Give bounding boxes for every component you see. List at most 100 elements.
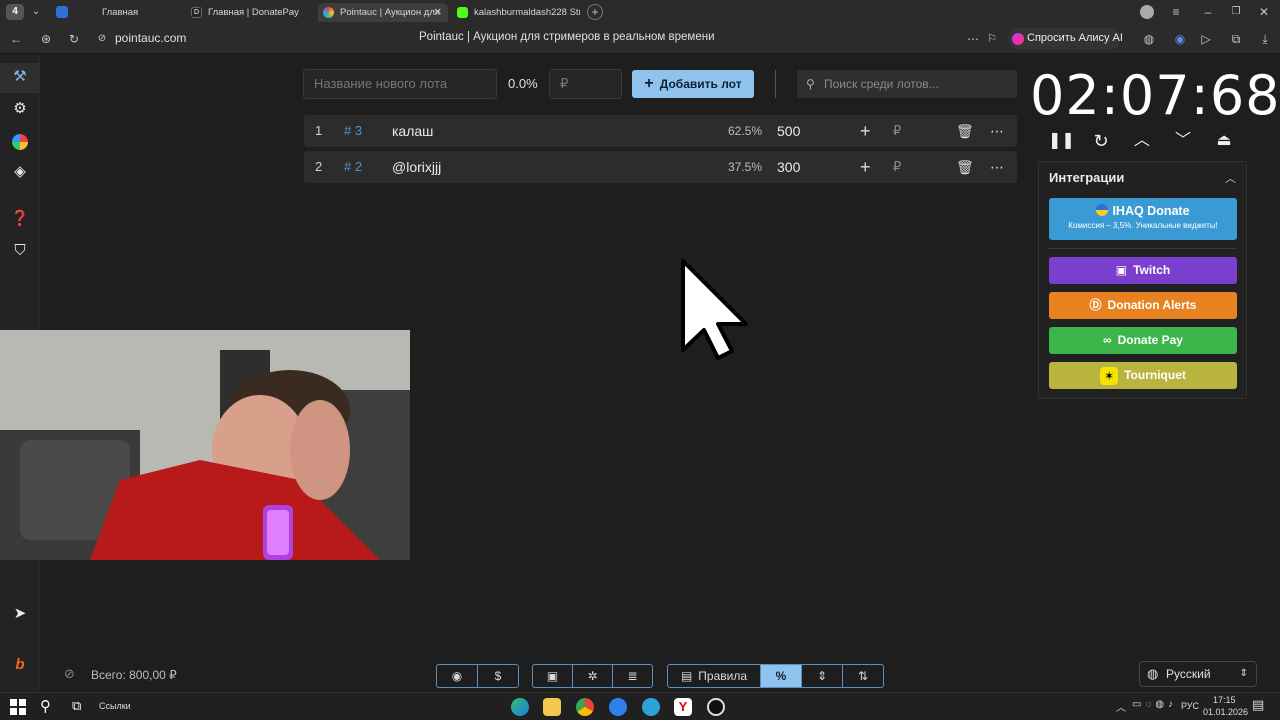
edge-icon[interactable] bbox=[511, 698, 529, 716]
clear-lots-button[interactable]: ≣ bbox=[612, 664, 653, 688]
lot-amount[interactable]: 300 bbox=[777, 151, 800, 183]
tab-counter[interactable]: 4 bbox=[6, 4, 24, 20]
sort-button[interactable]: ⇅ bbox=[842, 664, 884, 688]
lot-name[interactable]: калаш bbox=[392, 115, 433, 147]
more-icon[interactable]: ⋯ bbox=[990, 115, 1004, 147]
new-lot-name-input[interactable]: Название нового лота bbox=[303, 69, 497, 99]
ihaq-label: IHAQ Donate bbox=[1049, 204, 1237, 218]
tab-donatepay[interactable]: D Главная | DonatePay bbox=[186, 3, 314, 22]
bug-report-button[interactable]: ✲ bbox=[572, 664, 613, 688]
donation-alerts-button[interactable]: Ⓓ Donation Alerts bbox=[1049, 292, 1237, 319]
add-lot-button[interactable]: + Добавить лот bbox=[632, 70, 754, 98]
pinned-tab-icon[interactable] bbox=[56, 6, 68, 18]
download-icon[interactable]: ⤓ bbox=[1257, 31, 1273, 47]
telegram-taskbar-icon[interactable] bbox=[642, 698, 660, 716]
donate-button[interactable]: $ bbox=[477, 664, 519, 688]
more-icon[interactable]: ⋯ bbox=[990, 151, 1004, 183]
tray-chevron-icon[interactable]: ︿ bbox=[1116, 699, 1126, 714]
app-check-icon[interactable] bbox=[609, 698, 627, 716]
links-toolbar[interactable]: Ссылки bbox=[99, 701, 131, 711]
tabs-dropdown-icon[interactable]: ⌄ bbox=[28, 4, 44, 20]
collections-icon[interactable]: ⧉ bbox=[1228, 31, 1244, 47]
ihaq-subtitle: Комиссия – 3,5%. Уникальные виджеты! bbox=[1068, 221, 1218, 230]
ihaq-donate-button[interactable]: IHAQ Donate Комиссия – 3,5%. Уникальные … bbox=[1049, 198, 1237, 240]
lot-number: # 2 bbox=[344, 159, 363, 174]
twitch-button[interactable]: ▣ Twitch bbox=[1049, 257, 1237, 284]
maximize-icon[interactable]: ❐ bbox=[1228, 4, 1244, 20]
tab-home[interactable]: Главная bbox=[80, 3, 180, 22]
percent-toggle-button[interactable]: % bbox=[760, 664, 802, 688]
new-tab-icon[interactable]: + bbox=[587, 4, 603, 20]
auction-hammer-icon[interactable]: ⚒ bbox=[10, 67, 30, 87]
windows-start-icon[interactable] bbox=[10, 699, 26, 715]
ruble-icon[interactable]: ₽ bbox=[893, 115, 901, 147]
tab-pointauc[interactable]: Pointauc | Аукцион для ✕ bbox=[318, 3, 448, 22]
rules-button[interactable]: ▤ Правила bbox=[667, 664, 761, 688]
extension-icon[interactable]: ◉ bbox=[1172, 31, 1188, 47]
boosty-icon[interactable]: b bbox=[10, 655, 30, 675]
shield-icon[interactable]: ⊛ bbox=[38, 31, 54, 47]
tab-kick-stream[interactable]: kalashburmaldash228 Stre bbox=[452, 3, 580, 22]
reload-icon[interactable]: ↻ bbox=[66, 31, 82, 47]
media-icon[interactable]: ▷ bbox=[1198, 31, 1214, 47]
wheel-icon[interactable] bbox=[10, 132, 30, 152]
bookmark-icon[interactable]: ⚐ bbox=[984, 31, 1000, 47]
chrome-icon[interactable] bbox=[576, 698, 594, 716]
save-button[interactable]: ▣ bbox=[532, 664, 573, 688]
clock-time[interactable]: 17:15 bbox=[1213, 695, 1236, 705]
layers-icon[interactable]: ◈ bbox=[10, 162, 30, 182]
cursor-icon bbox=[681, 259, 748, 360]
visibility-off-icon[interactable]: ⊘ bbox=[64, 666, 75, 682]
select-arrows-icon: ⇕ bbox=[1239, 668, 1248, 679]
trash-icon[interactable]: 🗑 bbox=[956, 151, 974, 183]
restart-icon[interactable]: ↻ bbox=[1090, 130, 1112, 152]
github-button[interactable]: ◉ bbox=[436, 664, 478, 688]
lot-percent: 37.5% bbox=[727, 160, 762, 174]
more-options-icon[interactable]: ⋯ bbox=[965, 31, 981, 47]
url-text[interactable]: pointauc.com bbox=[115, 31, 186, 45]
clock-date[interactable]: 01.01.2026 bbox=[1203, 707, 1248, 717]
security-shield-icon[interactable]: ⛉ bbox=[10, 241, 30, 261]
close-tab-icon[interactable]: ✕ bbox=[434, 3, 442, 22]
yandex-browser-icon[interactable]: Y bbox=[674, 698, 692, 716]
dollar-icon: $ bbox=[494, 669, 502, 683]
compact-view-button[interactable]: ⇕ bbox=[801, 664, 843, 688]
lot-row[interactable]: 1 # 3 калаш 62.5% 500 + ₽ 🗑 ⋯ bbox=[304, 115, 1017, 147]
task-view-icon[interactable]: ⧉ bbox=[72, 698, 81, 714]
notifications-icon[interactable]: ▤ bbox=[1252, 697, 1264, 713]
add-amount-icon[interactable]: + bbox=[860, 151, 871, 183]
lot-row[interactable]: 2 # 2 @lorixjjj 37.5% 300 + ₽ 🗑 ⋯ bbox=[304, 151, 1017, 183]
help-icon[interactable]: ❓ bbox=[10, 209, 30, 229]
menu-icon[interactable]: ≡ bbox=[1168, 4, 1184, 20]
language-select[interactable]: ◍ Русский ⇕ bbox=[1139, 661, 1257, 687]
tray-icons[interactable]: ▭◌◍♪ bbox=[1132, 699, 1177, 710]
close-window-icon[interactable]: ✕ bbox=[1256, 4, 1272, 20]
minimize-icon[interactable]: – bbox=[1200, 4, 1216, 20]
double-up-icon[interactable]: ⏏ bbox=[1213, 130, 1235, 152]
lot-amount[interactable]: 500 bbox=[777, 115, 800, 147]
ruble-icon[interactable]: ₽ bbox=[893, 151, 901, 183]
back-icon[interactable]: ← bbox=[8, 31, 24, 47]
pause-icon[interactable]: ❚❚ bbox=[1048, 130, 1075, 152]
donate-pay-button[interactable]: ∞ Donate Pay bbox=[1049, 327, 1237, 354]
trash-icon[interactable]: 🗑 bbox=[956, 115, 974, 147]
file-explorer-icon[interactable] bbox=[543, 698, 561, 716]
obs-icon[interactable] bbox=[707, 698, 725, 716]
translate-icon[interactable]: ◍ bbox=[1141, 31, 1157, 47]
ask-alice-button[interactable]: Спросить Алису AI bbox=[1008, 28, 1123, 50]
collapse-chevron-icon[interactable]: ︿ bbox=[1225, 170, 1236, 186]
add-amount-icon[interactable]: + bbox=[860, 115, 871, 147]
lot-name[interactable]: @lorixjjj bbox=[392, 151, 441, 183]
chevron-down-icon[interactable]: ﹀ bbox=[1172, 130, 1194, 152]
profile-avatar-icon[interactable] bbox=[1140, 5, 1154, 19]
new-lot-amount-input[interactable]: ₽ bbox=[549, 69, 622, 99]
settings-gear-icon[interactable]: ⚙ bbox=[10, 99, 30, 119]
search-icon[interactable]: ⚲ bbox=[40, 697, 51, 715]
site-info-icon[interactable]: ⊘ bbox=[94, 31, 110, 47]
lot-search-input[interactable]: ⚲ Поиск среди лотов... bbox=[797, 70, 1017, 98]
input-language[interactable]: РУС bbox=[1181, 701, 1199, 711]
tourniquet-button[interactable]: ✶ Tourniquet bbox=[1049, 362, 1237, 389]
chevron-up-icon[interactable]: ︿ bbox=[1131, 130, 1153, 152]
new-lot-percent: 0.0% bbox=[508, 76, 538, 91]
telegram-icon[interactable]: ➤ bbox=[10, 604, 30, 624]
